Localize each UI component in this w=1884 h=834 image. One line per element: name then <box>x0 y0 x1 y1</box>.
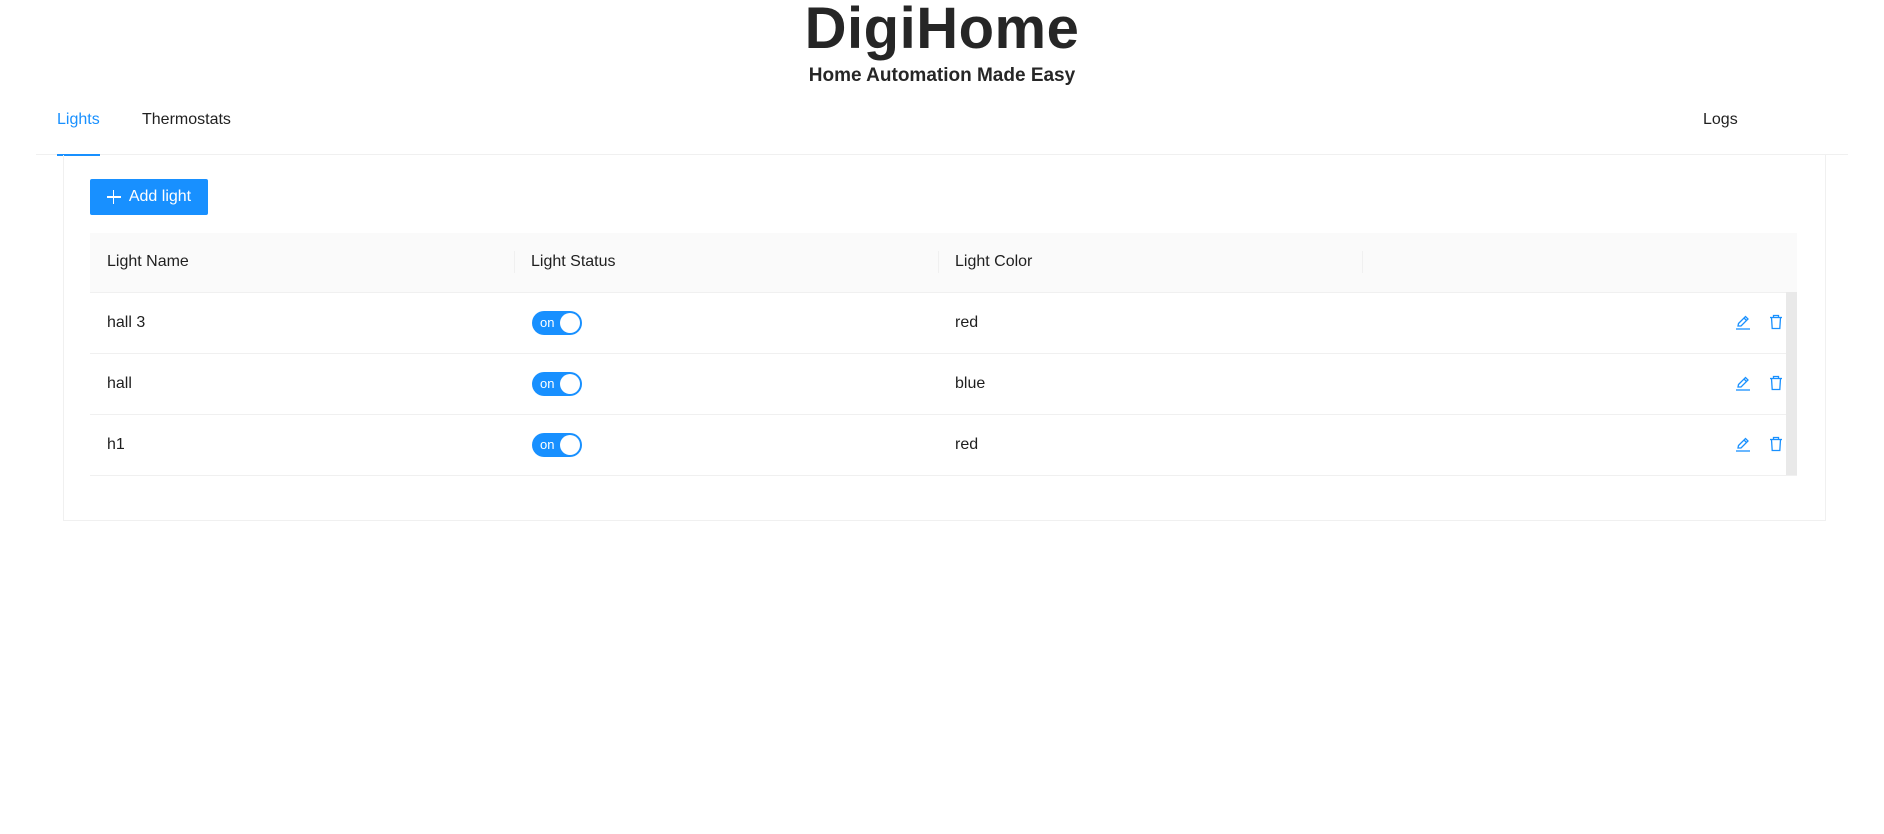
column-divider <box>1362 251 1363 273</box>
edit-icon[interactable] <box>1732 372 1754 394</box>
light-status-cell: on <box>514 293 938 353</box>
light-name-cell: h1 <box>107 436 125 453</box>
light-name-cell: hall <box>107 375 132 392</box>
column-header-light-color: Light Color <box>955 253 1033 270</box>
tab-lights[interactable]: Lights <box>57 102 100 156</box>
tab-thermostats[interactable]: Thermostats <box>142 102 231 155</box>
light-name-cell: hall 3 <box>107 314 146 331</box>
app-title: DigiHome <box>804 0 1080 61</box>
light-status-cell: on <box>514 354 938 414</box>
table-scrollbar[interactable] <box>1786 292 1797 475</box>
delete-icon[interactable] <box>1765 372 1787 394</box>
tab-logs[interactable]: Logs <box>1703 102 1738 155</box>
add-light-button[interactable]: Add light <box>90 179 208 215</box>
toggle-knob <box>560 374 580 394</box>
row-actions <box>1732 372 1787 394</box>
delete-icon[interactable] <box>1765 433 1787 455</box>
table-row: hall 3 on red <box>90 293 1797 354</box>
edit-icon[interactable] <box>1732 433 1754 455</box>
table-header: Light Name Light Status Light Color <box>90 233 1797 293</box>
light-color-cell: red <box>955 436 979 453</box>
add-light-label: Add light <box>128 188 192 205</box>
plus-icon <box>106 190 121 204</box>
row-actions <box>1732 311 1787 333</box>
table-row: h1 on red <box>90 415 1797 476</box>
app-subtitle: Home Automation Made Easy <box>808 65 1076 86</box>
toggle-label: on <box>540 315 555 330</box>
edit-icon[interactable] <box>1732 311 1754 333</box>
toggle-label: on <box>540 376 555 391</box>
column-header-light-status: Light Status <box>531 253 616 270</box>
actions-cell <box>1362 293 1797 353</box>
column-divider <box>514 251 515 273</box>
lights-panel: Add light Light Name Light Status Light … <box>63 155 1826 521</box>
light-status-toggle[interactable]: on <box>532 372 582 396</box>
column-divider <box>938 251 939 273</box>
light-status-toggle[interactable]: on <box>532 311 582 335</box>
column-header-light-name: Light Name <box>107 253 189 270</box>
actions-cell <box>1362 354 1797 414</box>
table-row: hall on blue <box>90 354 1797 415</box>
toggle-knob <box>560 435 580 455</box>
light-color-cell: blue <box>955 375 986 392</box>
tab-bar: Lights Thermostats Logs <box>36 102 1848 156</box>
delete-icon[interactable] <box>1765 311 1787 333</box>
actions-cell <box>1362 415 1797 475</box>
toggle-knob <box>560 313 580 333</box>
light-status-toggle[interactable]: on <box>532 433 582 457</box>
app-header: DigiHome Home Automation Made Easy <box>0 0 1884 88</box>
column-header-actions <box>1362 233 1797 293</box>
toggle-label: on <box>540 437 555 452</box>
table-body: hall 3 on red hall on blue h1 on red <box>90 292 1797 476</box>
lights-table: Light Name Light Status Light Color hall… <box>90 233 1797 476</box>
light-status-cell: on <box>514 415 938 475</box>
row-actions <box>1732 433 1787 455</box>
light-color-cell: red <box>955 314 979 331</box>
